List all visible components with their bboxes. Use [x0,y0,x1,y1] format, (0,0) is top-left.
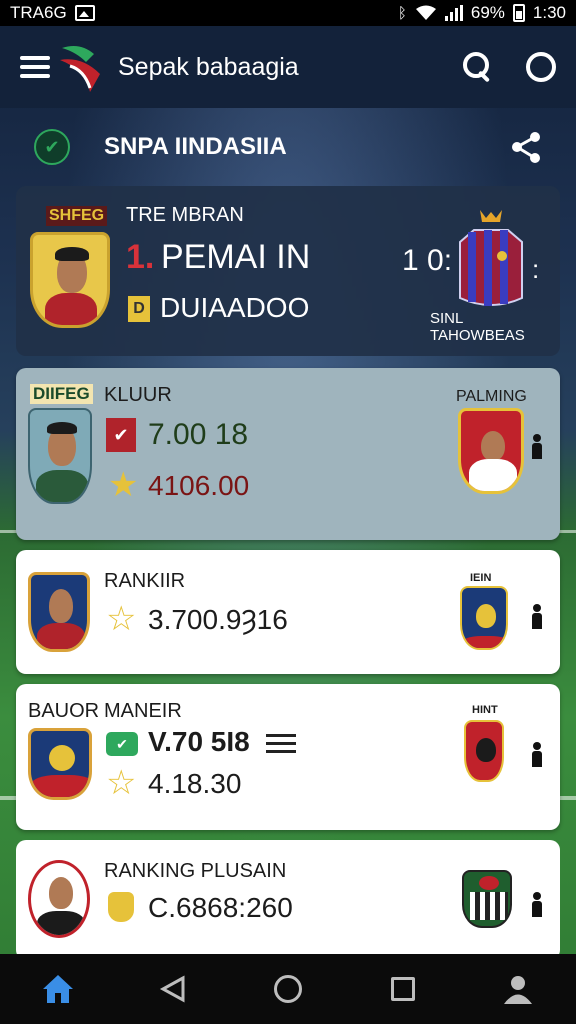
shield-icon [108,892,134,922]
trophy-icon: D [128,296,150,322]
menu-icon[interactable] [20,56,50,78]
opponent-crest-icon [460,586,508,650]
ranking-card[interactable]: BAUOR MANEIR ✔ V.70 5I8 ☆ 4.18.30 HINT [16,684,560,830]
player-avatar [28,860,90,938]
stat-value-primary: C.6868:260 [148,892,293,923]
person-icon[interactable] [530,604,544,630]
card-header: RANKING PLUSAIN [104,860,287,882]
square-recents-icon[interactable] [383,969,423,1009]
opponent-crest-icon [464,720,504,782]
crest-label: IEIN [470,572,492,584]
app-bar: Sepak babaagia [0,26,576,108]
app-logo [56,40,104,94]
stat-value-secondary: 4.18.30 [148,768,242,799]
status-right: ᛒ 69% 1:30 [398,3,566,23]
status-left: TRA6G [10,3,95,23]
card-header: TRE MBRAN [126,204,244,226]
card-header: MANEIR [104,700,182,722]
ranking-card[interactable]: DIIFEG KLUUR ✔ 7.00 18 ★ 4106.00 PALMING [16,368,560,540]
status-bar: TRA6G ᛒ 69% 1:30 [0,0,576,26]
clock: 1:30 [532,3,566,22]
star-icon: ★ [108,466,139,504]
ranking-card-featured[interactable]: SHFEG TRE MBRAN 1. PEMAI IN D DUIAADOO 1… [16,186,560,356]
card-tag: SHFEG [46,206,108,226]
carrier-label: TRA6G [10,3,67,22]
home-icon[interactable] [38,969,78,1009]
image-notification-icon [74,5,95,21]
signal-icon [444,5,463,21]
checkmark-icon: ✔ [106,418,136,452]
player-avatar [30,232,110,328]
player-avatar [28,572,90,652]
person-icon[interactable] [530,434,544,460]
ranking-card[interactable]: RANKIIR ☆ 3.700.9Ȝ16 IEIN [16,550,560,674]
star-icon: ☆ [106,764,137,802]
rank-number: 1. [126,238,155,276]
wifi-icon [415,5,436,20]
match-score: 1 0: [402,244,453,277]
bottom-nav [0,954,576,1024]
card-tag: BAUOR [28,700,100,722]
card-header: KLUUR [104,384,172,406]
stat-value-primary: 3.700.9Ȝ16 [148,604,288,635]
section-title: SNPA IINDASIIA [104,133,287,160]
list-icon [266,734,296,753]
section-header: ✔ SNPA IINDASIIA [0,108,576,186]
back-icon[interactable] [153,969,193,1009]
stat-value-secondary: 4106.00 [148,470,250,501]
battery-icon [512,4,525,22]
search-icon[interactable] [460,49,496,85]
battery-percent: 69% [470,3,505,22]
card-tag: DIIFEG [30,384,93,404]
star-icon: ☆ [106,600,137,638]
person-icon[interactable] [530,892,544,918]
card-header: RANKIIR [104,570,186,592]
settings-ring-icon[interactable] [526,52,556,82]
shield-check-icon: ✔ [34,129,70,165]
stat-value-primary: 7.00 18 [148,418,249,451]
ranking-card[interactable]: RANKING PLUSAIN C.6868:260 [16,840,560,960]
profile-icon[interactable] [498,969,538,1009]
share-icon[interactable] [510,131,542,163]
score-suffix: : [532,254,540,284]
crest-label: HINT [472,704,498,716]
opponent-name: PALMING [456,388,527,405]
opponent-name: SINL TAHOWBEAS [430,310,525,344]
opponent-crest-icon [462,870,512,928]
circle-home-icon[interactable] [268,969,308,1009]
player-avatar [28,408,92,504]
bluetooth-icon: ᛒ [397,4,407,22]
stat-value-primary: V.70 5I8 [148,726,250,757]
opponent-jersey-icon [459,210,523,306]
verified-icon: ✔ [106,732,138,756]
app-title: Sepak babaagia [118,52,299,81]
team-name: PEMAI IN [161,238,311,276]
person-icon[interactable] [530,742,544,768]
team-subtitle: DUIAADOO [160,292,310,323]
opponent-crest-icon [458,408,524,494]
team-crest-icon [28,728,92,800]
